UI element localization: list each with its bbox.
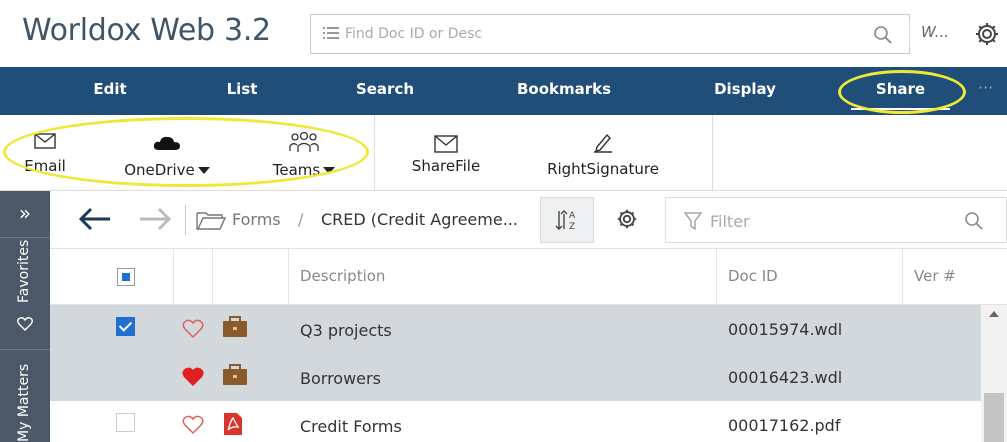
onedrive-button[interactable]: OneDrive [112, 115, 222, 191]
svg-text:A: A [569, 211, 576, 221]
envelope-icon [34, 133, 56, 149]
teams-people-icon [289, 131, 319, 152]
menu-display[interactable]: Display [708, 67, 782, 115]
vertical-scrollbar[interactable] [981, 305, 1007, 442]
ribbon-separator-end [712, 115, 713, 191]
search-divider [909, 21, 910, 47]
breadcrumb-separator: / [298, 210, 304, 229]
onedrive-label-text: OneDrive [124, 161, 195, 179]
expand-panel-icon[interactable]: » [0, 191, 50, 237]
side-divider-2 [0, 349, 50, 350]
doc-search-box[interactable] [310, 14, 910, 54]
row-description[interactable]: Credit Forms [300, 417, 402, 436]
onedrive-cloud-icon [153, 136, 180, 150]
menu-share[interactable]: Share [851, 67, 950, 115]
ribbon-separator [374, 115, 375, 191]
filter-funnel-icon [684, 212, 702, 230]
teams-label-text: Teams [272, 161, 321, 179]
row-doc-id: 00016423.wdl [728, 368, 843, 387]
search-icon[interactable] [873, 25, 893, 45]
rightsignature-label: RightSignature [547, 160, 659, 178]
sharefile-envelope-icon [434, 135, 458, 153]
pen-signature-icon [594, 133, 612, 153]
row-description[interactable]: Borrowers [300, 369, 381, 388]
menu-more-icon[interactable]: ··· [978, 67, 993, 115]
favorites-heart-icon[interactable] [17, 316, 33, 331]
email-button[interactable]: Email [14, 115, 76, 191]
column-divider [212, 249, 213, 305]
email-label: Email [24, 157, 66, 175]
row-doc-id: 00015974.wdl [728, 320, 843, 339]
nav-separator [185, 205, 186, 235]
svg-text:Z: Z [569, 222, 575, 232]
my-matters-tab[interactable]: My Matters [16, 364, 32, 442]
scroll-up-arrow-icon[interactable] [989, 311, 999, 317]
navigation-bar: Forms / CRED (Credit Agreeme... A Z [50, 191, 1007, 249]
filter-search-icon[interactable] [964, 211, 984, 231]
breadcrumb-forms[interactable]: Forms [232, 210, 281, 229]
onedrive-dropdown-caret-icon [197, 167, 210, 174]
rightsignature-button[interactable]: RightSignature [530, 115, 676, 191]
onedrive-label: OneDrive [112, 161, 222, 179]
column-header-version[interactable]: Ver # [914, 267, 956, 285]
column-divider [902, 249, 903, 305]
settings-gear-icon[interactable] [974, 21, 1000, 47]
main-menu-bar: Edit List Search Bookmarks Display Share… [0, 67, 1007, 115]
folder-icon [196, 212, 226, 230]
sharefile-label: ShareFile [411, 157, 481, 175]
back-arrow-icon[interactable] [78, 206, 112, 232]
favorites-tab[interactable]: Favorites [16, 240, 32, 303]
title-bar: Worldox Web 3.2 W... [0, 0, 1007, 67]
sort-az-icon: A Z [555, 210, 576, 232]
table-row[interactable]: Credit Forms 00017162.pdf [50, 401, 981, 442]
filter-input[interactable] [710, 210, 910, 232]
forward-arrow-icon[interactable] [138, 206, 172, 232]
sharefile-button[interactable]: ShareFile [400, 115, 492, 191]
row-checkbox[interactable] [116, 317, 135, 336]
user-menu[interactable]: W... [921, 23, 949, 41]
column-divider [288, 249, 289, 305]
briefcase-icon [223, 316, 247, 337]
pdf-icon [224, 413, 242, 435]
column-divider [173, 249, 174, 305]
select-all-checkbox[interactable] [117, 268, 135, 286]
document-list-panel: Forms / CRED (Credit Agreeme... A Z Filt… [50, 191, 1007, 442]
sort-button[interactable]: A Z [540, 197, 594, 243]
teams-dropdown-caret-icon [323, 167, 336, 174]
side-divider [0, 237, 50, 238]
column-divider [716, 249, 717, 305]
side-panel-tabs: » Favorites My Matters [0, 191, 50, 442]
favorite-heart-filled-icon[interactable] [182, 367, 204, 387]
filter-box[interactable] [665, 197, 1007, 243]
row-doc-id: 00017162.pdf [728, 416, 841, 435]
share-ribbon: Email OneDrive Teams ShareFile RightSign… [0, 115, 1007, 191]
favorite-heart-outline-icon[interactable] [182, 319, 204, 339]
row-description[interactable]: Q3 projects [300, 321, 392, 340]
menu-edit[interactable]: Edit [88, 67, 132, 115]
menu-search[interactable]: Search [350, 67, 420, 115]
list-icon [323, 27, 339, 39]
menu-bookmarks[interactable]: Bookmarks [510, 67, 618, 115]
column-header-doc-id[interactable]: Doc ID [728, 267, 778, 285]
app-title: Worldox Web 3.2 [22, 13, 271, 48]
teams-label: Teams [252, 161, 356, 179]
row-checkbox[interactable] [116, 413, 135, 432]
menu-list[interactable]: List [222, 67, 262, 115]
table-header: Description Doc ID Ver # [50, 249, 1007, 305]
briefcase-icon [223, 364, 247, 385]
breadcrumb-current: CRED (Credit Agreeme... [321, 210, 518, 229]
doc-search-input[interactable] [345, 23, 845, 45]
scroll-thumb[interactable] [984, 393, 1004, 442]
view-settings-gear-icon[interactable] [615, 207, 639, 231]
teams-button[interactable]: Teams [252, 115, 356, 191]
favorite-heart-outline-icon[interactable] [182, 415, 204, 435]
table-row[interactable]: Borrowers 00016423.wdl [50, 353, 981, 401]
table-row[interactable]: Q3 projects 00015974.wdl [50, 305, 981, 353]
column-header-description[interactable]: Description [300, 267, 385, 285]
